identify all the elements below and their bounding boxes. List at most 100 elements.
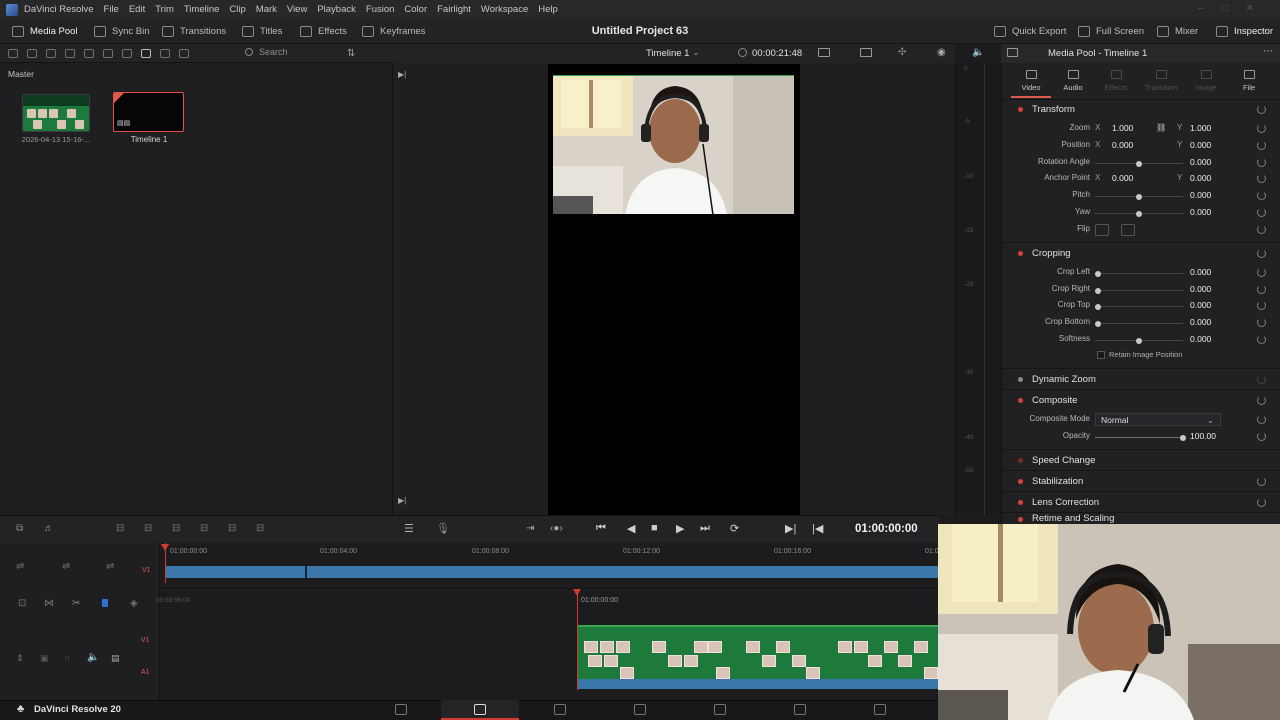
menu-view[interactable]: View (287, 4, 307, 15)
headphones-icon[interactable]: ∩ (64, 653, 70, 663)
rotation-field[interactable]: 0.000 (1190, 157, 1211, 167)
position-x-field[interactable]: 0.000 (1112, 140, 1133, 150)
transform-section-header[interactable]: Transform (1004, 100, 1276, 118)
enable-toggle-icon[interactable] (1018, 499, 1023, 505)
lens-correction-section-header[interactable]: Lens Correction (1004, 493, 1276, 511)
reset-icon[interactable] (1257, 225, 1266, 234)
strip-view-icon[interactable] (160, 48, 170, 58)
crop-left-slider[interactable] (1095, 270, 1101, 277)
window-controls-icon[interactable]: –□✕ (1198, 3, 1272, 14)
viewer-timeline-name[interactable]: Timeline 1 (646, 48, 689, 59)
play-icon[interactable]: ▶ (676, 522, 684, 535)
volume-track-icon[interactable]: 🔈 (87, 652, 99, 663)
reset-icon[interactable] (1257, 335, 1266, 344)
color-picker-icon[interactable]: ◉ (937, 47, 946, 58)
prev-frame-small-icon[interactable]: ‹●› (550, 523, 563, 534)
page-cut-icon[interactable] (474, 704, 486, 715)
edit-tool-3-icon[interactable]: ⊟ (172, 523, 180, 534)
retain-position-checkbox[interactable] (1097, 351, 1105, 359)
relink-icon[interactable] (84, 48, 94, 58)
razor-icon[interactable]: ✂ (72, 598, 80, 609)
quick-export-button[interactable]: Quick Export (994, 26, 1066, 37)
reset-icon[interactable] (1257, 415, 1266, 424)
inspector-button[interactable]: Inspector (1216, 26, 1273, 37)
audio-options-icon[interactable]: ♬ (44, 523, 54, 534)
menu-workspace[interactable]: Workspace (481, 4, 528, 15)
menu-help[interactable]: Help (538, 4, 558, 15)
enable-toggle-icon[interactable] (1018, 478, 1023, 484)
pitch-field[interactable]: 0.000 (1190, 190, 1211, 200)
edit-tool-2-icon[interactable]: ⊟ (144, 523, 152, 534)
smart-bin-icon[interactable] (65, 48, 75, 58)
track-tool-1-icon[interactable]: ⇌ (16, 561, 24, 572)
track-view-icon[interactable]: ▤ (111, 653, 120, 664)
anchor-y-field[interactable]: 0.000 (1190, 173, 1211, 183)
reset-icon[interactable] (1257, 432, 1266, 441)
prev-clip-icon[interactable]: |◀ (812, 522, 823, 535)
link-icon[interactable] (103, 48, 113, 58)
metadata-view-icon[interactable] (179, 48, 189, 58)
reset-icon[interactable] (1257, 141, 1266, 150)
timeline-options-icon[interactable]: ⧉ (16, 523, 23, 534)
page-color-icon[interactable] (714, 704, 726, 715)
stop-icon[interactable]: ■ (651, 522, 658, 534)
reset-icon[interactable] (1257, 285, 1266, 294)
media-pool-button[interactable]: Media Pool (12, 26, 78, 37)
crop-right-slider[interactable] (1095, 287, 1101, 294)
play-reverse-icon[interactable]: ◀ (627, 522, 635, 535)
yaw-field[interactable]: 0.000 (1190, 207, 1211, 217)
edit-tool-5-icon[interactable]: ⊟ (228, 523, 236, 534)
go-to-end-icon[interactable]: ⏭ (700, 522, 710, 535)
keyframes-button[interactable]: Keyframes (362, 26, 425, 37)
lock-icon[interactable]: ▣ (40, 653, 49, 664)
sync-bin-button[interactable]: Sync Bin (94, 26, 150, 37)
pitch-slider[interactable] (1136, 193, 1142, 200)
rotation-slider[interactable] (1136, 160, 1142, 167)
flag-icon[interactable]: ◈ (130, 598, 138, 609)
position-y-field[interactable]: 0.000 (1190, 140, 1211, 150)
list-view-icon[interactable] (122, 48, 132, 58)
mixer-button[interactable]: Mixer (1157, 26, 1198, 37)
next-clip-icon[interactable]: ▶| (785, 522, 796, 535)
transitions-button[interactable]: Transitions (162, 26, 226, 37)
page-deliver-icon[interactable] (874, 704, 886, 715)
loop-tools-icon[interactable]: ⇥ (526, 523, 534, 534)
reset-icon[interactable] (1257, 268, 1266, 277)
reset-icon[interactable] (1257, 301, 1266, 310)
chevron-down-icon[interactable]: ⌄ (692, 47, 700, 58)
menu-file[interactable]: File (104, 4, 119, 15)
timeline-thumbnail[interactable]: ▤▤ (113, 92, 184, 132)
viewer-size-icon[interactable] (818, 48, 830, 57)
page-fusion-icon[interactable] (634, 704, 646, 715)
enable-toggle-icon[interactable] (1018, 397, 1023, 403)
crop-bottom-field[interactable]: 0.000 (1190, 317, 1211, 327)
ripple-icon[interactable]: ⋈ (44, 598, 54, 609)
anchor-x-field[interactable]: 0.000 (1112, 173, 1133, 183)
loop-icon[interactable]: ⟳ (730, 522, 739, 535)
playhead-lower[interactable] (577, 590, 578, 690)
marker-icon[interactable] (102, 599, 108, 607)
enable-toggle-icon[interactable] (1018, 250, 1023, 256)
playhead-handle-icon[interactable] (161, 544, 169, 551)
softness-field[interactable]: 0.000 (1190, 334, 1211, 344)
tab-video[interactable]: Video (1011, 70, 1051, 92)
reset-icon[interactable] (1257, 497, 1266, 507)
upper-clip[interactable] (166, 566, 940, 578)
page-fairlight-icon[interactable] (794, 704, 806, 715)
snap-icon[interactable]: ⊡ (18, 598, 26, 609)
thumbnail-view-icon[interactable] (141, 48, 151, 58)
mixer-toggle-icon[interactable]: ☰ (404, 522, 414, 535)
reset-icon[interactable] (1257, 318, 1266, 327)
new-bin-icon[interactable] (46, 48, 56, 58)
inspector-panel-icon[interactable] (1007, 48, 1018, 57)
reset-icon[interactable] (1257, 248, 1266, 258)
opacity-slider[interactable] (1180, 434, 1186, 441)
enable-toggle-icon[interactable] (1018, 106, 1023, 112)
enable-toggle-icon[interactable] (1018, 517, 1023, 522)
menu-fairlight[interactable]: Fairlight (437, 4, 471, 15)
zoom-x-field[interactable]: 1.000 (1112, 123, 1133, 133)
menu-playback[interactable]: Playback (317, 4, 356, 15)
menu-timeline[interactable]: Timeline (184, 4, 220, 15)
transform-tool-icon[interactable]: ✣ (898, 47, 906, 58)
search-input[interactable]: Search (256, 47, 366, 60)
